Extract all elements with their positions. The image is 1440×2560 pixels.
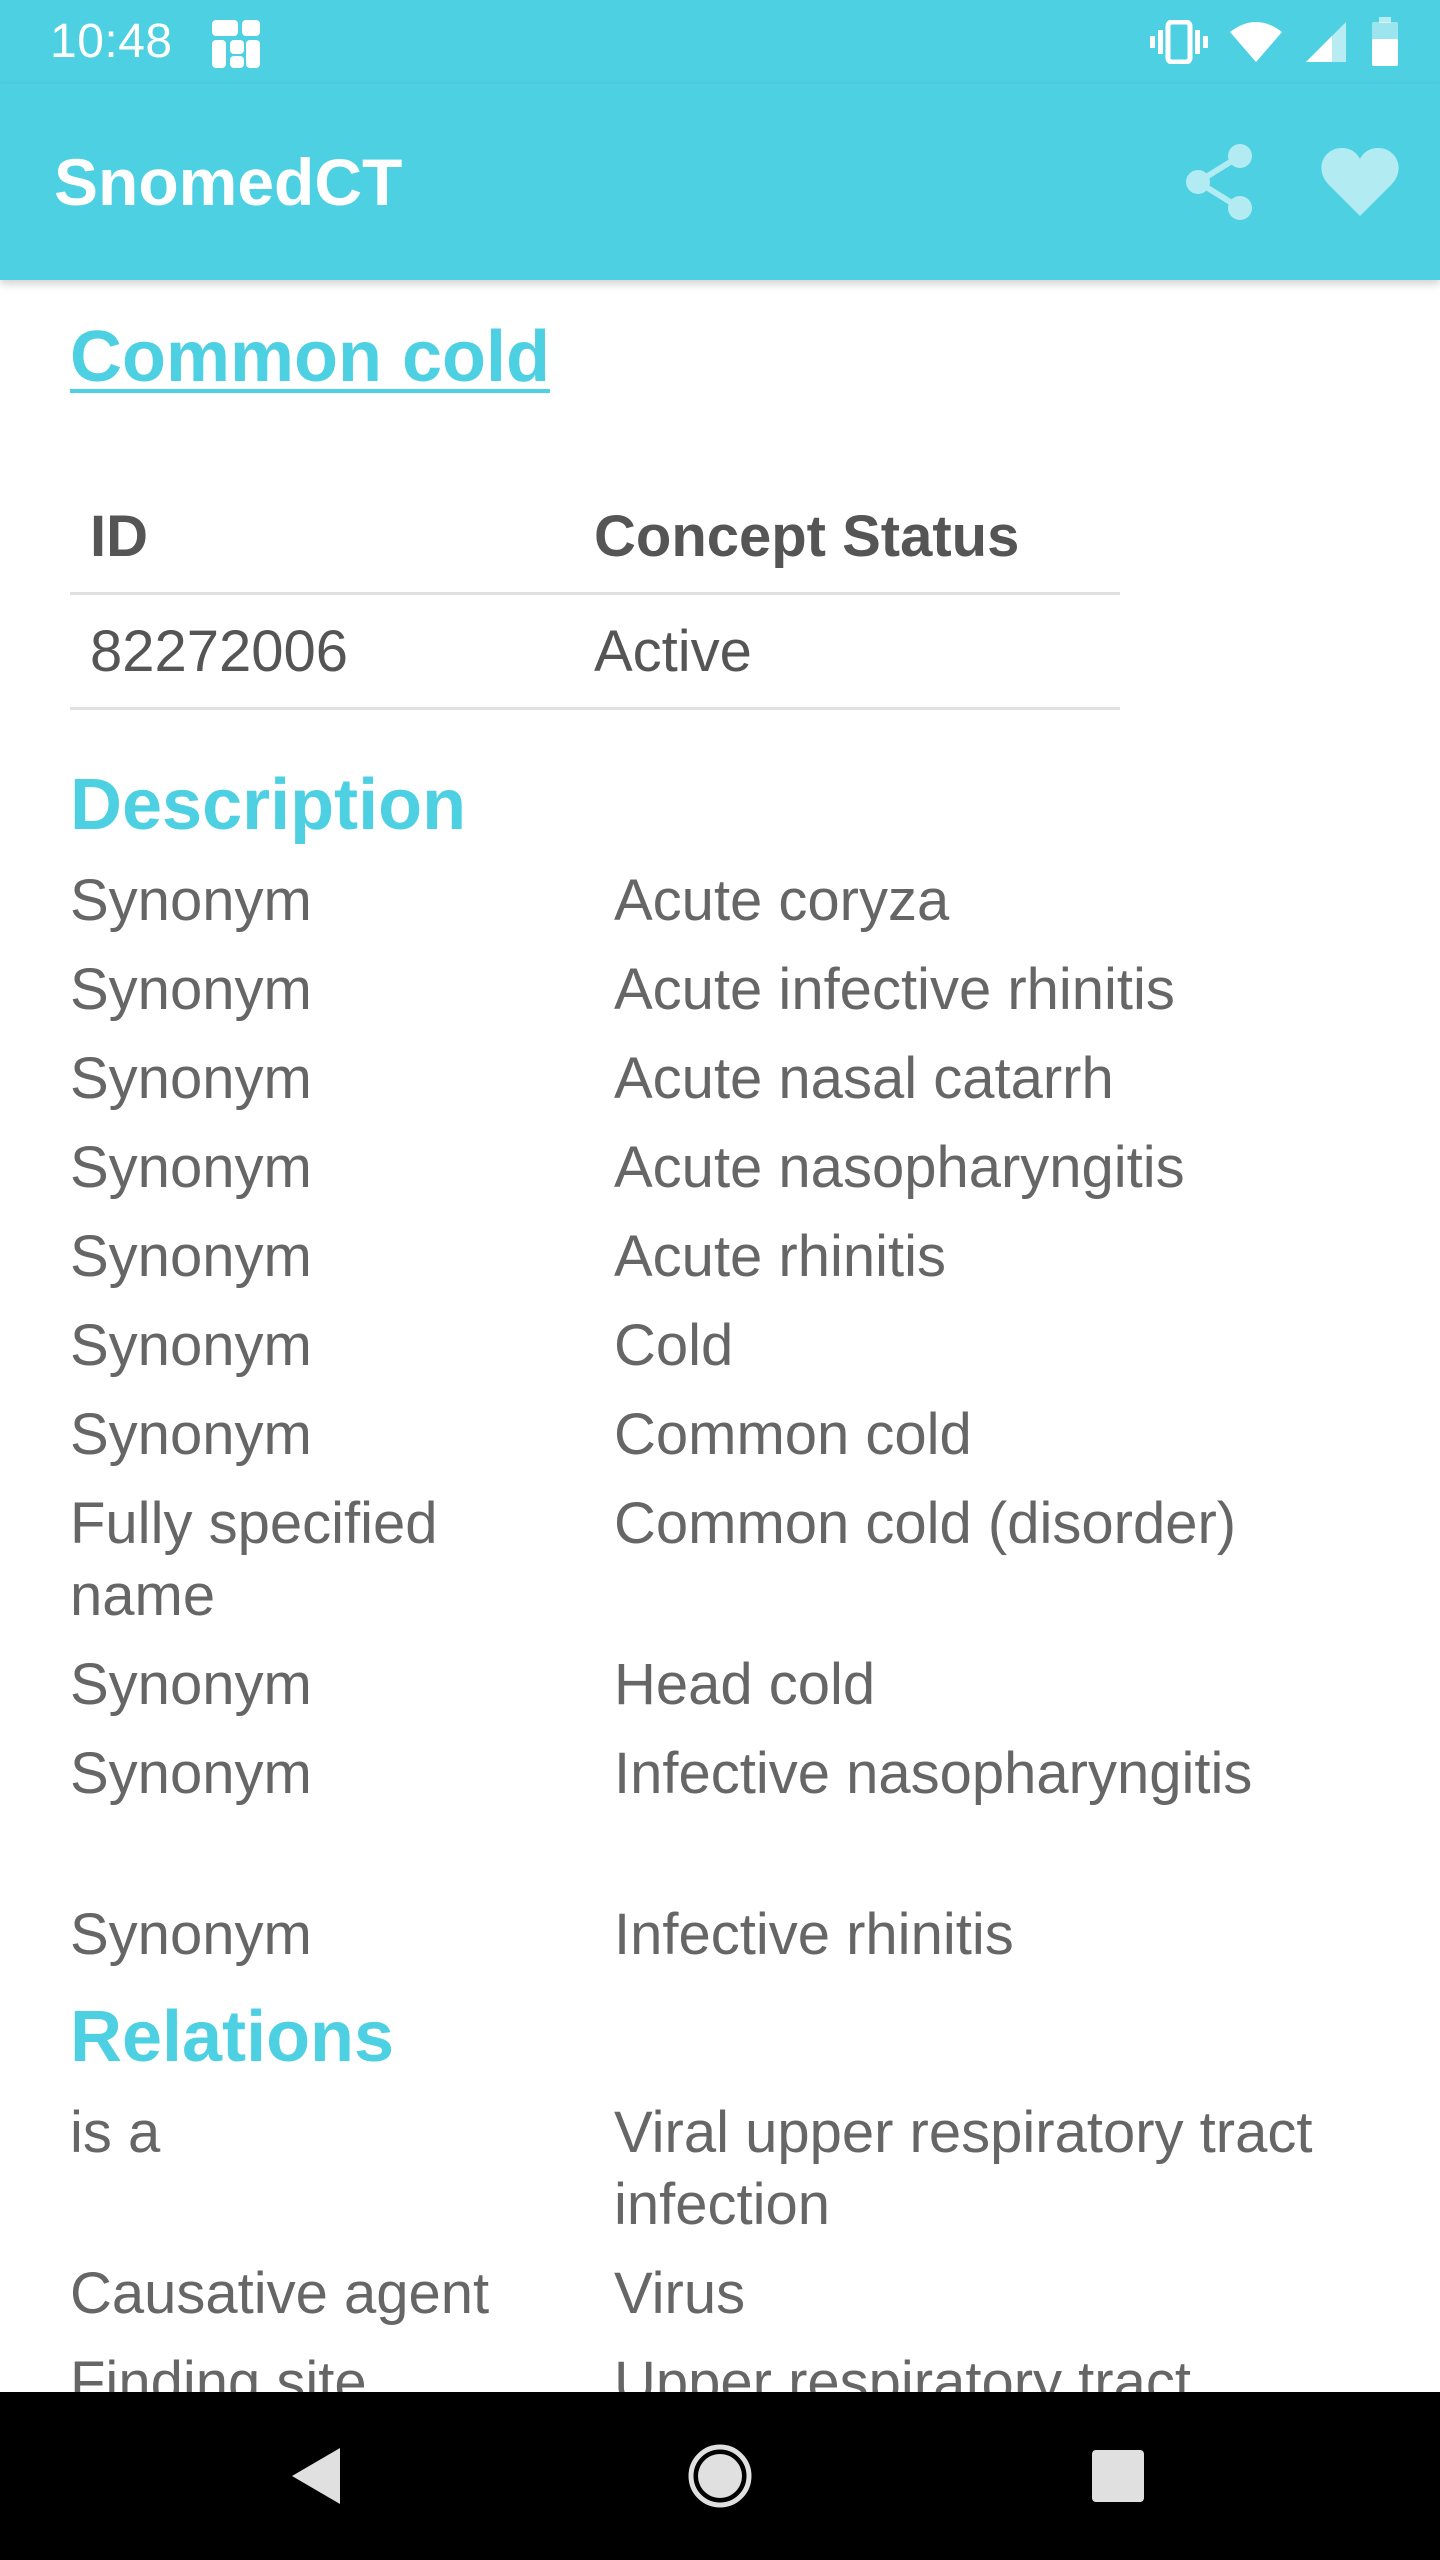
battery-icon <box>1372 17 1398 66</box>
cell-signal-icon <box>1306 22 1346 62</box>
description-term: Acute infective rhinitis <box>614 957 1175 1022</box>
status-column-header: Concept Status <box>594 503 1020 569</box>
concept-detail-content[interactable]: Common cold ID Concept Status 82272006 A… <box>0 280 1440 2392</box>
app-notification-icon <box>212 20 260 68</box>
relation-target: Virus <box>614 2261 746 2326</box>
description-heading: Description <box>70 765 467 845</box>
relation-row: Causative agent Virus <box>70 2258 1400 2347</box>
relation-type: is a <box>70 2100 161 2165</box>
description-row: Synonym Acute rhinitis <box>70 1221 1400 1310</box>
description-type: Synonym <box>70 1224 312 1289</box>
description-type: Synonym <box>70 1135 312 1200</box>
navigation-bar <box>0 2392 1440 2560</box>
description-row: Synonym Acute nasal catarrh <box>70 1043 1400 1132</box>
description-row: Synonym Infective nasopharyngitis <box>70 1738 1400 1899</box>
recents-icon <box>1092 2450 1144 2502</box>
relation-target: Upper respiratory tract <box>614 2350 1191 2392</box>
relation-target: Viral upper respiratory tract infection <box>614 2100 1313 2237</box>
description-row: Synonym Cold <box>70 1310 1400 1399</box>
description-term: Common cold <box>614 1402 972 1467</box>
concept-id-value: 82272006 <box>90 618 349 684</box>
description-term: Acute nasal catarrh <box>614 1046 1114 1111</box>
relation-row: is a Viral upper respiratory tract infec… <box>70 2097 1400 2258</box>
description-type: Synonym <box>70 1652 312 1717</box>
back-button[interactable] <box>266 2426 366 2526</box>
app-bar: SnomedCT <box>0 84 1440 280</box>
screen: 10:48 SnomedCT Common cold ID Concept St… <box>0 0 1440 2560</box>
description-row: Synonym Infective rhinitis <box>70 1899 1400 1988</box>
status-icons <box>1150 16 1400 68</box>
description-term: Head cold <box>614 1652 876 1717</box>
description-type: Synonym <box>70 1902 312 1967</box>
share-button[interactable] <box>1176 138 1264 226</box>
concept-id-table: ID Concept Status 82272006 Active <box>70 480 1120 710</box>
favorite-button[interactable] <box>1316 138 1404 226</box>
home-button[interactable] <box>670 2426 770 2526</box>
description-row: Synonym Acute nasopharyngitis <box>70 1132 1400 1221</box>
description-row: Synonym Acute coryza <box>70 865 1400 954</box>
description-term: Infective rhinitis <box>614 1902 1014 1967</box>
description-type: Synonym <box>70 957 312 1022</box>
description-type: Synonym <box>70 1046 312 1111</box>
description-term: Acute nasopharyngitis <box>614 1135 1185 1200</box>
wifi-icon <box>1230 22 1282 62</box>
id-table-header-row: ID Concept Status <box>70 480 1120 595</box>
home-icon <box>688 2444 752 2508</box>
relation-type: Finding site <box>70 2350 367 2392</box>
concept-status-value: Active <box>594 618 752 684</box>
description-list: Synonym Acute coryza Synonym Acute infec… <box>70 865 1400 1988</box>
back-icon <box>292 2448 340 2504</box>
description-row: Synonym Acute infective rhinitis <box>70 954 1400 1043</box>
share-icon <box>1186 144 1252 220</box>
description-term: Acute rhinitis <box>614 1224 947 1289</box>
vibrate-icon <box>1150 20 1208 64</box>
status-time: 10:48 <box>50 15 173 68</box>
description-term: Cold <box>614 1313 734 1378</box>
relation-row: Finding site Upper respiratory tract <box>70 2347 1400 2392</box>
id-table-row: 82272006 Active <box>70 595 1120 710</box>
recents-button[interactable] <box>1068 2426 1168 2526</box>
description-type: Synonym <box>70 1741 312 1806</box>
id-column-header: ID <box>90 503 148 569</box>
description-row: Synonym Common cold <box>70 1399 1400 1488</box>
app-title: SnomedCT <box>54 145 403 219</box>
description-row: Fully specified name Common cold (disord… <box>70 1488 1400 1649</box>
concept-title-link[interactable]: Common cold <box>70 312 550 402</box>
relation-type: Causative agent <box>70 2261 490 2326</box>
description-type: Fully specified name <box>70 1491 438 1628</box>
description-type: Synonym <box>70 1402 312 1467</box>
relations-list: is a Viral upper respiratory tract infec… <box>70 2097 1400 2392</box>
description-type: Synonym <box>70 1313 312 1378</box>
status-bar: 10:48 <box>0 0 1440 84</box>
description-term: Infective nasopharyngitis <box>614 1741 1253 1806</box>
description-row: Synonym Head cold <box>70 1649 1400 1738</box>
favorite-heart-icon <box>1321 148 1399 216</box>
description-term: Common cold (disorder) <box>614 1491 1237 1556</box>
relations-heading: Relations <box>70 1997 395 2077</box>
description-term: Acute coryza <box>614 868 950 933</box>
description-type: Synonym <box>70 868 312 933</box>
